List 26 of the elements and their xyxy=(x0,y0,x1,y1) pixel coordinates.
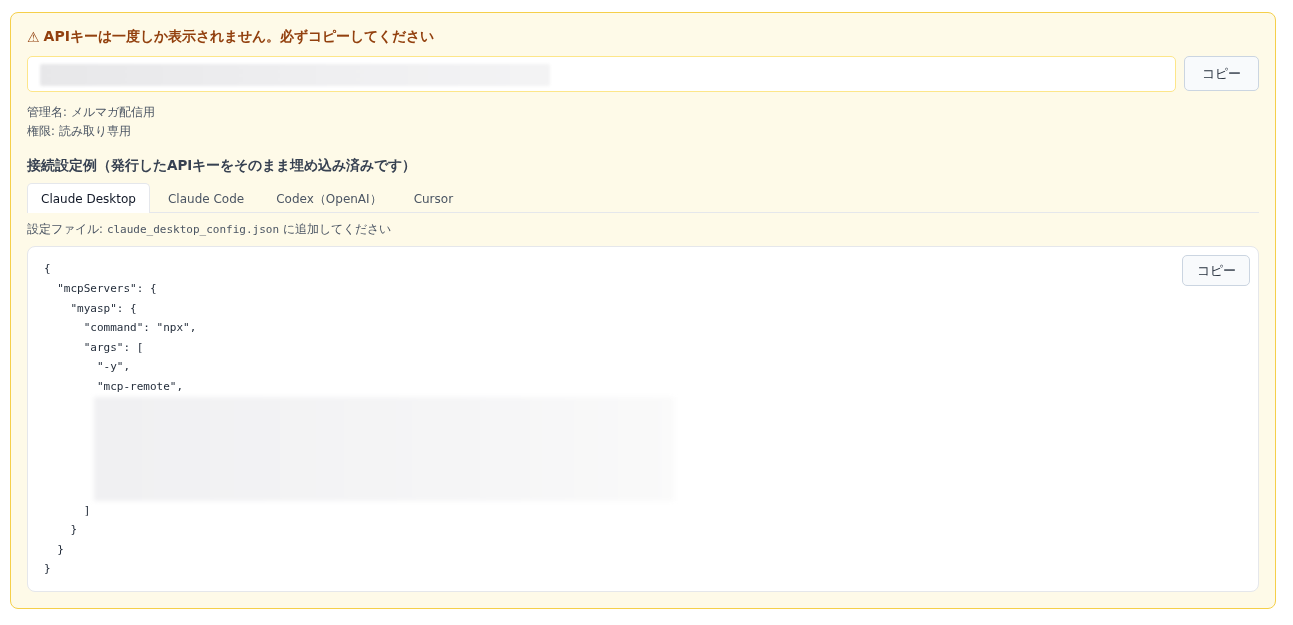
copy-button[interactable]: コピー xyxy=(1184,56,1259,92)
hint-text: 設定ファイル: xyxy=(27,222,103,238)
code-line: } xyxy=(44,561,51,578)
warning-text: APIキーは一度しか表示されません。必ずコピーしてください xyxy=(43,27,434,46)
warning-icon: ⚠ xyxy=(27,28,40,45)
copy-button[interactable]: コピー xyxy=(1182,255,1250,287)
meta-text: 権限: 読み取り専用 xyxy=(27,124,132,140)
code-line: } xyxy=(56,541,64,558)
tab[interactable]: Claude Code xyxy=(154,184,259,214)
code-line: "mcp-remote", xyxy=(95,379,184,396)
code-line: "-y", xyxy=(95,359,131,376)
tab[interactable]: Cursor xyxy=(399,184,468,214)
code-line: "command": "npx", xyxy=(82,320,197,337)
hint-text: に追加してください xyxy=(283,222,392,238)
section-title: 接続設定例（発行したAPIキーをそのまま埋め込み済みです） xyxy=(27,157,418,176)
code-line: "mcpServers": { xyxy=(56,281,157,298)
api-key-field[interactable] xyxy=(27,56,1176,93)
code-line: ] xyxy=(82,502,91,519)
code-line: "myasp": { xyxy=(69,300,137,317)
code-line: { xyxy=(44,261,51,278)
meta-text: 管理名: メルマガ配信用 xyxy=(27,105,156,121)
tab[interactable]: Claude Desktop xyxy=(27,183,150,214)
tab[interactable]: Codex（OpenAI） xyxy=(262,184,396,214)
code-line: } xyxy=(69,522,78,539)
code-line: "args": [ xyxy=(82,339,144,356)
file-name: claude_desktop_config.json xyxy=(106,223,280,237)
